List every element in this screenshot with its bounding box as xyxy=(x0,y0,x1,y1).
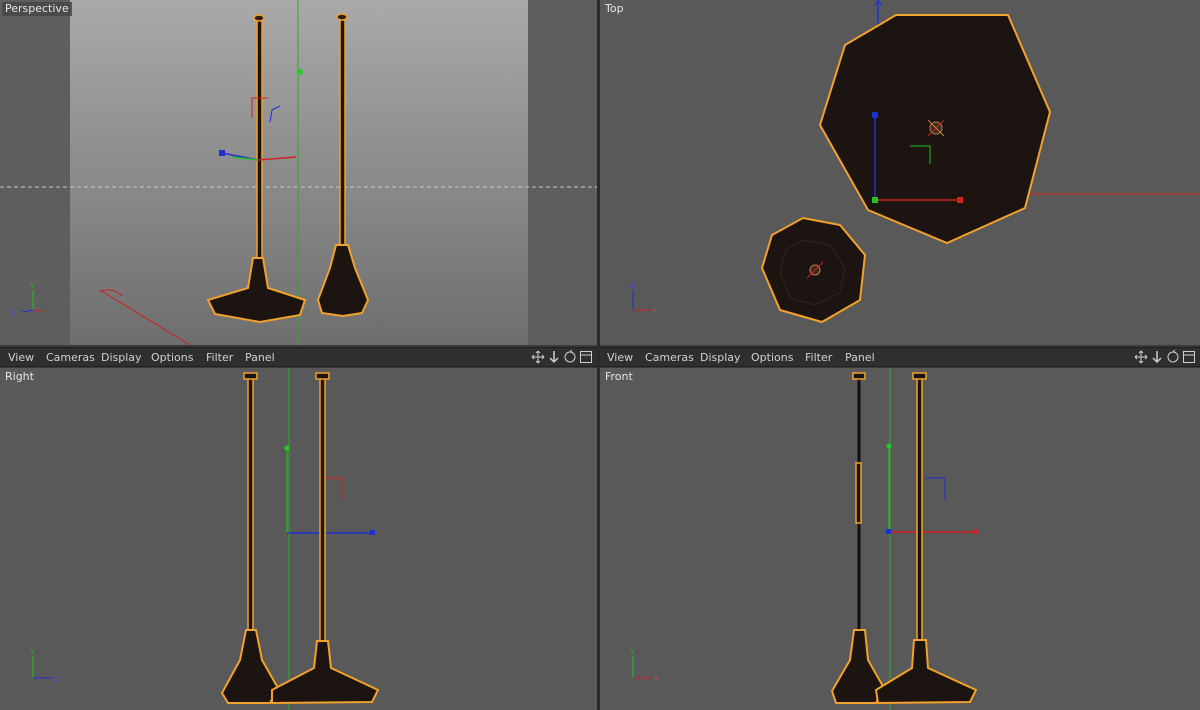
move-view-icon[interactable] xyxy=(531,350,545,364)
svg-text:Z: Z xyxy=(54,675,59,683)
menu-view[interactable]: View xyxy=(607,351,633,364)
viewport-label-perspective: Perspective xyxy=(2,2,72,16)
menu-options[interactable]: Options xyxy=(751,351,793,364)
viewport-perspective[interactable]: Y Z Perspective xyxy=(0,0,597,345)
toggle-view-icon[interactable] xyxy=(579,350,593,364)
viewport-front[interactable]: Y X Front xyxy=(600,368,1200,710)
menu-filter[interactable]: Filter xyxy=(206,351,233,364)
zoom-view-icon[interactable] xyxy=(1150,350,1164,364)
viewport-right[interactable]: Y Z Right xyxy=(0,368,597,710)
perspective-scene[interactable]: Y Z xyxy=(0,0,597,345)
nav-icons xyxy=(1134,350,1196,364)
right-scene[interactable]: Y Z xyxy=(0,368,597,710)
toggle-view-icon[interactable] xyxy=(1182,350,1196,364)
svg-text:X: X xyxy=(654,675,659,683)
svg-text:X: X xyxy=(652,307,657,315)
top-scene[interactable]: Z X xyxy=(600,0,1200,345)
zoom-view-icon[interactable] xyxy=(547,350,561,364)
svg-text:Y: Y xyxy=(629,648,635,656)
svg-text:Z: Z xyxy=(630,282,635,290)
y-handle xyxy=(297,69,303,75)
menu-display[interactable]: Display xyxy=(101,351,142,364)
viewport-divider[interactable] xyxy=(597,0,600,710)
axis-z-label: Z xyxy=(10,309,15,317)
move-view-icon[interactable] xyxy=(1134,350,1148,364)
viewport-menubar-right: View Cameras Display Options Filter Pane… xyxy=(600,347,1200,367)
menu-view[interactable]: View xyxy=(8,351,34,364)
viewport-label-front: Front xyxy=(605,370,633,383)
rotate-view-icon[interactable] xyxy=(563,350,577,364)
viewport-label-top: Top xyxy=(605,2,624,15)
menu-cameras[interactable]: Cameras xyxy=(46,351,95,364)
rotate-view-icon[interactable] xyxy=(1166,350,1180,364)
menu-panel[interactable]: Panel xyxy=(845,351,875,364)
front-scene[interactable]: Y X xyxy=(600,368,1200,710)
menu-filter[interactable]: Filter xyxy=(805,351,832,364)
viewport-label-right: Right xyxy=(5,370,34,383)
viewport-top[interactable]: Z X Top xyxy=(600,0,1200,345)
menu-display[interactable]: Display xyxy=(700,351,741,364)
svg-text:Y: Y xyxy=(29,648,35,656)
nav-icons xyxy=(531,350,593,364)
menu-panel[interactable]: Panel xyxy=(245,351,275,364)
menu-options[interactable]: Options xyxy=(151,351,193,364)
axis-y-label: Y xyxy=(29,282,35,290)
menu-cameras[interactable]: Cameras xyxy=(645,351,694,364)
viewport-menubar-left: View Cameras Display Options Filter Pane… xyxy=(0,347,597,367)
